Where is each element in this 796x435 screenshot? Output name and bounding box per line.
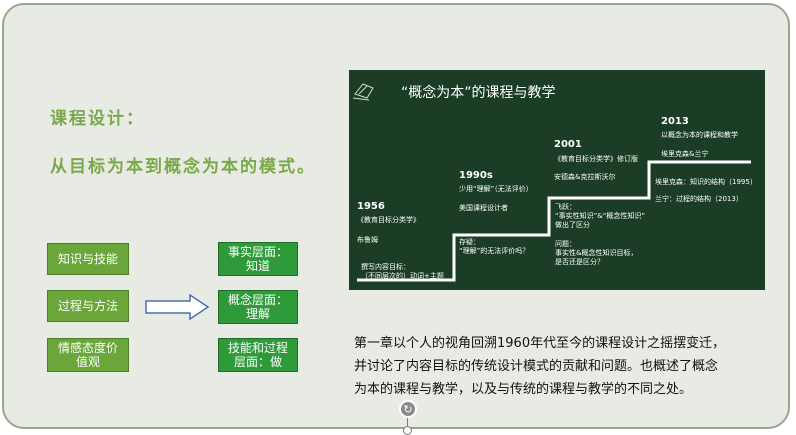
box-process-methods[interactable]: 过程与方法 (47, 290, 129, 322)
arrow-right-icon (145, 293, 210, 321)
slide-heading-2: 从目标为本到概念为本的模式。 (50, 157, 316, 177)
book-icon (352, 83, 374, 101)
note-1956: 撰写内容目标： （不同层次的）动词+主题 (361, 263, 444, 280)
box-knowledge-skills[interactable]: 知识与技能 (47, 243, 129, 275)
author-2001: 安德森&克拉斯沃尔 (554, 173, 616, 181)
rotate-icon[interactable]: ↻ (399, 400, 417, 418)
chapter-description[interactable]: 第一章以个人的视角回溯1960年代至今的课程设计之摇摆变迁， 并讨论了内容目标的… (354, 332, 764, 401)
image-title: “概念为本”的课程与教学 (401, 85, 556, 101)
book-2013: 以概念为本的课程和教学 (661, 131, 738, 139)
note-2001-question: 问题： 事实性&概念性知识目标， 是否还是区分？ (555, 240, 638, 266)
year-2001: 2001 (554, 139, 582, 150)
note-2001-leap: 飞跃： “事实性知识”&“概念性知识” 做出了区分 (555, 203, 645, 229)
box-skill-level[interactable]: 技能和过程 层面：做 (218, 338, 298, 372)
book-1956: 《教育目标分类学》 (357, 216, 420, 224)
box-process-methods-label: 过程与方法 (57, 299, 118, 313)
description-line: 并讨论了内容目标的传统设计模式的贡献和问题。也概述了概念 (354, 359, 719, 374)
ref-2013-2: 兰宁：过程的结构（2013） (655, 195, 743, 203)
ref-2013-1: 埃里克森：知识的结构（1995） (655, 178, 757, 186)
author-1956: 布鲁姆 (357, 236, 378, 244)
timeline-image[interactable]: “概念为本”的课程与教学 1956 《教育目标分类学》 布鲁姆 撰写内容目标： … (349, 70, 765, 290)
note-1990s: 存疑： “理解”的无法评价吗？ (459, 238, 530, 255)
box-fact-level-label: 事实层面： 知道 (227, 245, 288, 273)
description-line: 第一章以个人的视角回溯1960年代至今的课程设计之摇摆变迁， (354, 336, 726, 351)
description-line: 为本的课程与教学，以及与传统的课程与教学的不同之处。 (354, 382, 693, 397)
box-fact-level[interactable]: 事实层面： 知道 (218, 242, 298, 276)
box-concept-level-label: 概念层面： 理解 (227, 293, 288, 321)
box-attitude-values[interactable]: 情感态度价 值观 (47, 338, 129, 372)
year-1990s: 1990s (459, 170, 493, 181)
year-2013: 2013 (661, 116, 689, 127)
author-1990s: 美国课程设计者 (459, 204, 508, 212)
box-skill-level-label: 技能和过程 层面：做 (227, 341, 288, 369)
box-concept-level[interactable]: 概念层面： 理解 (218, 290, 298, 324)
box-attitude-values-label: 情感态度价 值观 (57, 341, 118, 369)
slide-heading-1: 课程设计： (50, 109, 145, 129)
box-knowledge-skills-label: 知识与技能 (57, 252, 118, 266)
sub-1990s: 少用“理解”（无法评价） (459, 185, 533, 193)
handle-connector (407, 418, 408, 426)
book-2001: 《教育目标分类学》修订版 (554, 155, 638, 163)
year-1956: 1956 (357, 201, 385, 212)
author-2013: 埃里克森&兰宁 (661, 150, 709, 158)
